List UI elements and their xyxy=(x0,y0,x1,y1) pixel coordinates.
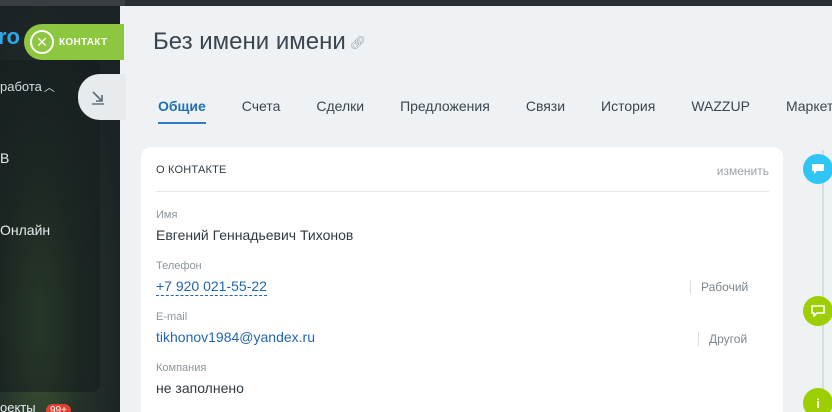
sidebar-item-label: работа xyxy=(0,79,42,94)
background-sidebar: ro работа ︿ В Онлайн оекты 99+ xyxy=(0,0,125,412)
field-label: E-mail xyxy=(156,311,188,323)
sidebar-item-projects[interactable]: оекты xyxy=(0,400,36,412)
email-link[interactable]: tikhonov1984@yandex.ru xyxy=(156,329,315,345)
sidebar-item-work[interactable]: работа ︿ xyxy=(0,79,55,95)
field-email: E-mail tikhonov1984@yandex.ru xyxy=(156,311,315,345)
page-title: Без имени имени 🔗︎ xyxy=(153,28,366,56)
contact-pill-label: КОНТАКТ xyxy=(59,36,108,48)
tab-relations[interactable]: Связи xyxy=(526,98,565,124)
sidebar-item-b[interactable]: В xyxy=(0,150,9,166)
tab-deals[interactable]: Сделки xyxy=(316,98,364,124)
card-title: О КОНТАКТЕ xyxy=(156,164,227,176)
info-icon[interactable]: i xyxy=(803,388,832,412)
page-title-text: Без имени имени xyxy=(153,28,346,55)
arrow-down-right-icon xyxy=(92,91,104,105)
contact-name-value: Евгений Геннадьевич Тихонов xyxy=(156,227,354,243)
close-icon: ✕ xyxy=(30,30,54,54)
tab-history[interactable]: История xyxy=(601,98,655,124)
field-label: Телефон xyxy=(156,260,202,272)
card-header: О КОНТАКТЕ изменить xyxy=(156,164,769,192)
link-icon[interactable]: 🔗︎ xyxy=(350,35,367,50)
top-bar xyxy=(0,0,125,6)
company-value: не заполнено xyxy=(156,380,244,396)
edit-link[interactable]: изменить xyxy=(717,164,769,191)
email-type-label: Другой xyxy=(698,332,747,346)
tab-quotes[interactable]: Предложения xyxy=(400,98,490,124)
chat-icon[interactable] xyxy=(803,296,832,326)
sidebar-item-online[interactable]: Онлайн xyxy=(0,222,50,238)
minimize-button[interactable] xyxy=(78,74,126,120)
about-contact-card: О КОНТАКТЕ изменить Имя Евгений Геннадье… xyxy=(141,147,783,412)
field-phone: Телефон +7 920 021-55-22 xyxy=(156,260,267,296)
close-contact-button[interactable]: ✕ КОНТАКТ xyxy=(24,24,124,60)
comment-icon[interactable] xyxy=(803,154,832,184)
tab-invoices[interactable]: Счета xyxy=(242,98,281,124)
contact-slider: Без имени имени 🔗︎ Общие Счета Сделки Пре… xyxy=(120,6,832,412)
logo-fragment: ro xyxy=(0,24,20,49)
field-company: Компания не заполнено xyxy=(156,362,244,396)
timeline-line xyxy=(822,150,824,412)
counter-badge: 99+ xyxy=(46,404,71,412)
tab-bar: Общие Счета Сделки Предложения Связи Ист… xyxy=(158,98,832,124)
phone-type-label: Рабочий xyxy=(690,280,748,294)
field-name: Имя Евгений Геннадьевич Тихонов xyxy=(156,209,353,243)
field-label: Компания xyxy=(156,362,207,374)
tab-market[interactable]: Маркет xyxy=(786,98,832,124)
tab-general[interactable]: Общие xyxy=(158,98,206,124)
chevron-up-icon: ︿ xyxy=(43,82,55,94)
phone-link[interactable]: +7 920 021-55-22 xyxy=(156,278,267,296)
tab-wazzup[interactable]: WAZZUP xyxy=(691,98,750,124)
field-label: Имя xyxy=(156,209,178,221)
